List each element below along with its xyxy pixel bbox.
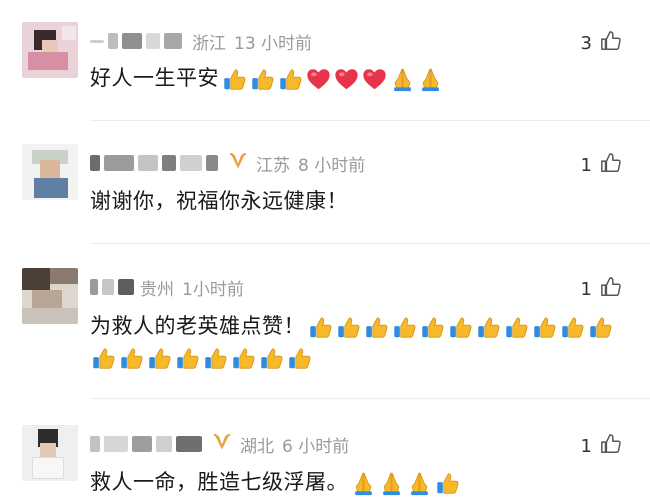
- pray-emoji-icon: [350, 470, 377, 496]
- thumbs-up-emoji-icon: [277, 66, 304, 92]
- thumbs-up-emoji-icon: [286, 345, 313, 371]
- timestamp: 8 小时前: [298, 155, 366, 176]
- comment-meta: 湖北 6 小时前: [90, 431, 349, 457]
- location-label: 江苏: [256, 155, 290, 176]
- divider: [90, 120, 650, 121]
- heart-emoji-icon: [305, 66, 332, 92]
- like-button[interactable]: 1: [581, 433, 622, 459]
- username-blurred[interactable]: [90, 436, 100, 452]
- thumbs-up-emoji-icon: [447, 314, 474, 340]
- thumbs-up-outline-icon: [600, 30, 622, 56]
- avatar[interactable]: [22, 425, 78, 481]
- divider: [90, 243, 650, 244]
- thumbs-up-emoji-icon: [434, 470, 461, 496]
- thumbs-up-emoji-icon: [118, 345, 145, 371]
- location-label: 湖北: [240, 436, 274, 457]
- pray-emoji-icon: [378, 470, 405, 496]
- thumbs-up-emoji-icon: [419, 314, 446, 340]
- thumbs-up-emoji-icon: [559, 314, 586, 340]
- username-blurred[interactable]: [90, 279, 98, 295]
- thumbs-up-emoji-icon: [146, 345, 173, 371]
- pray-emoji-icon: [406, 470, 433, 496]
- divider: [90, 398, 650, 399]
- comment-text: 救人一命，胜造七级浮屠。: [90, 467, 462, 497]
- comment-meta: 浙江 13 小时前: [90, 28, 312, 54]
- like-button[interactable]: 1: [581, 152, 622, 178]
- emoji-run: [307, 314, 615, 340]
- thumbs-up-emoji-icon: [202, 345, 229, 371]
- avatar[interactable]: [22, 268, 78, 324]
- location-label: 贵州: [140, 279, 174, 300]
- like-count: 1: [580, 435, 592, 457]
- like-count: 1: [580, 154, 592, 176]
- thumbs-up-emoji-icon: [335, 314, 362, 340]
- avatar[interactable]: [22, 144, 78, 200]
- comment-text: 好人一生平安: [90, 63, 445, 93]
- thumbs-up-emoji-icon: [174, 345, 201, 371]
- thumbs-up-emoji-icon: [391, 314, 418, 340]
- thumbs-up-emoji-icon: [475, 314, 502, 340]
- pray-emoji-icon: [389, 66, 416, 92]
- thumbs-up-emoji-icon: [307, 314, 334, 340]
- like-count: 1: [580, 278, 592, 300]
- location-label: 浙江: [192, 33, 226, 54]
- thumbs-up-outline-icon: [600, 276, 622, 302]
- emoji-run: [90, 345, 314, 371]
- comment-meta: 江苏 8 小时前: [90, 150, 365, 176]
- comment-text-line2: [90, 343, 314, 373]
- username-blurred[interactable]: [90, 155, 100, 171]
- thumbs-up-outline-icon: [600, 433, 622, 459]
- comment-meta: 贵州 1小时前: [90, 274, 244, 300]
- thumbs-up-emoji-icon: [503, 314, 530, 340]
- timestamp: 1小时前: [182, 279, 244, 300]
- avatar[interactable]: [22, 22, 78, 78]
- thumbs-up-emoji-icon: [230, 345, 257, 371]
- thumbs-up-emoji-icon: [221, 66, 248, 92]
- comment-text: 谢谢你，祝福你永远健康！: [90, 189, 348, 213]
- comment-text: 为救人的老英雄点赞！: [90, 311, 615, 341]
- thumbs-up-emoji-icon: [258, 345, 285, 371]
- emoji-run: [350, 470, 462, 496]
- pray-emoji-icon: [417, 66, 444, 92]
- like-button[interactable]: 1: [581, 276, 622, 302]
- like-button[interactable]: 3: [581, 30, 622, 56]
- thumbs-up-emoji-icon: [90, 345, 117, 371]
- vip-badge-icon: [212, 433, 232, 455]
- username-blurred[interactable]: [90, 39, 104, 43]
- thumbs-up-emoji-icon: [531, 314, 558, 340]
- heart-emoji-icon: [333, 66, 360, 92]
- thumbs-up-outline-icon: [600, 152, 622, 178]
- vip-badge-icon: [228, 152, 248, 174]
- thumbs-up-emoji-icon: [587, 314, 614, 340]
- thumbs-up-emoji-icon: [363, 314, 390, 340]
- timestamp: 6 小时前: [282, 436, 350, 457]
- thumbs-up-emoji-icon: [249, 66, 276, 92]
- like-count: 3: [580, 32, 592, 54]
- timestamp: 13 小时前: [234, 33, 313, 54]
- heart-emoji-icon: [361, 66, 388, 92]
- emoji-run: [221, 66, 445, 92]
